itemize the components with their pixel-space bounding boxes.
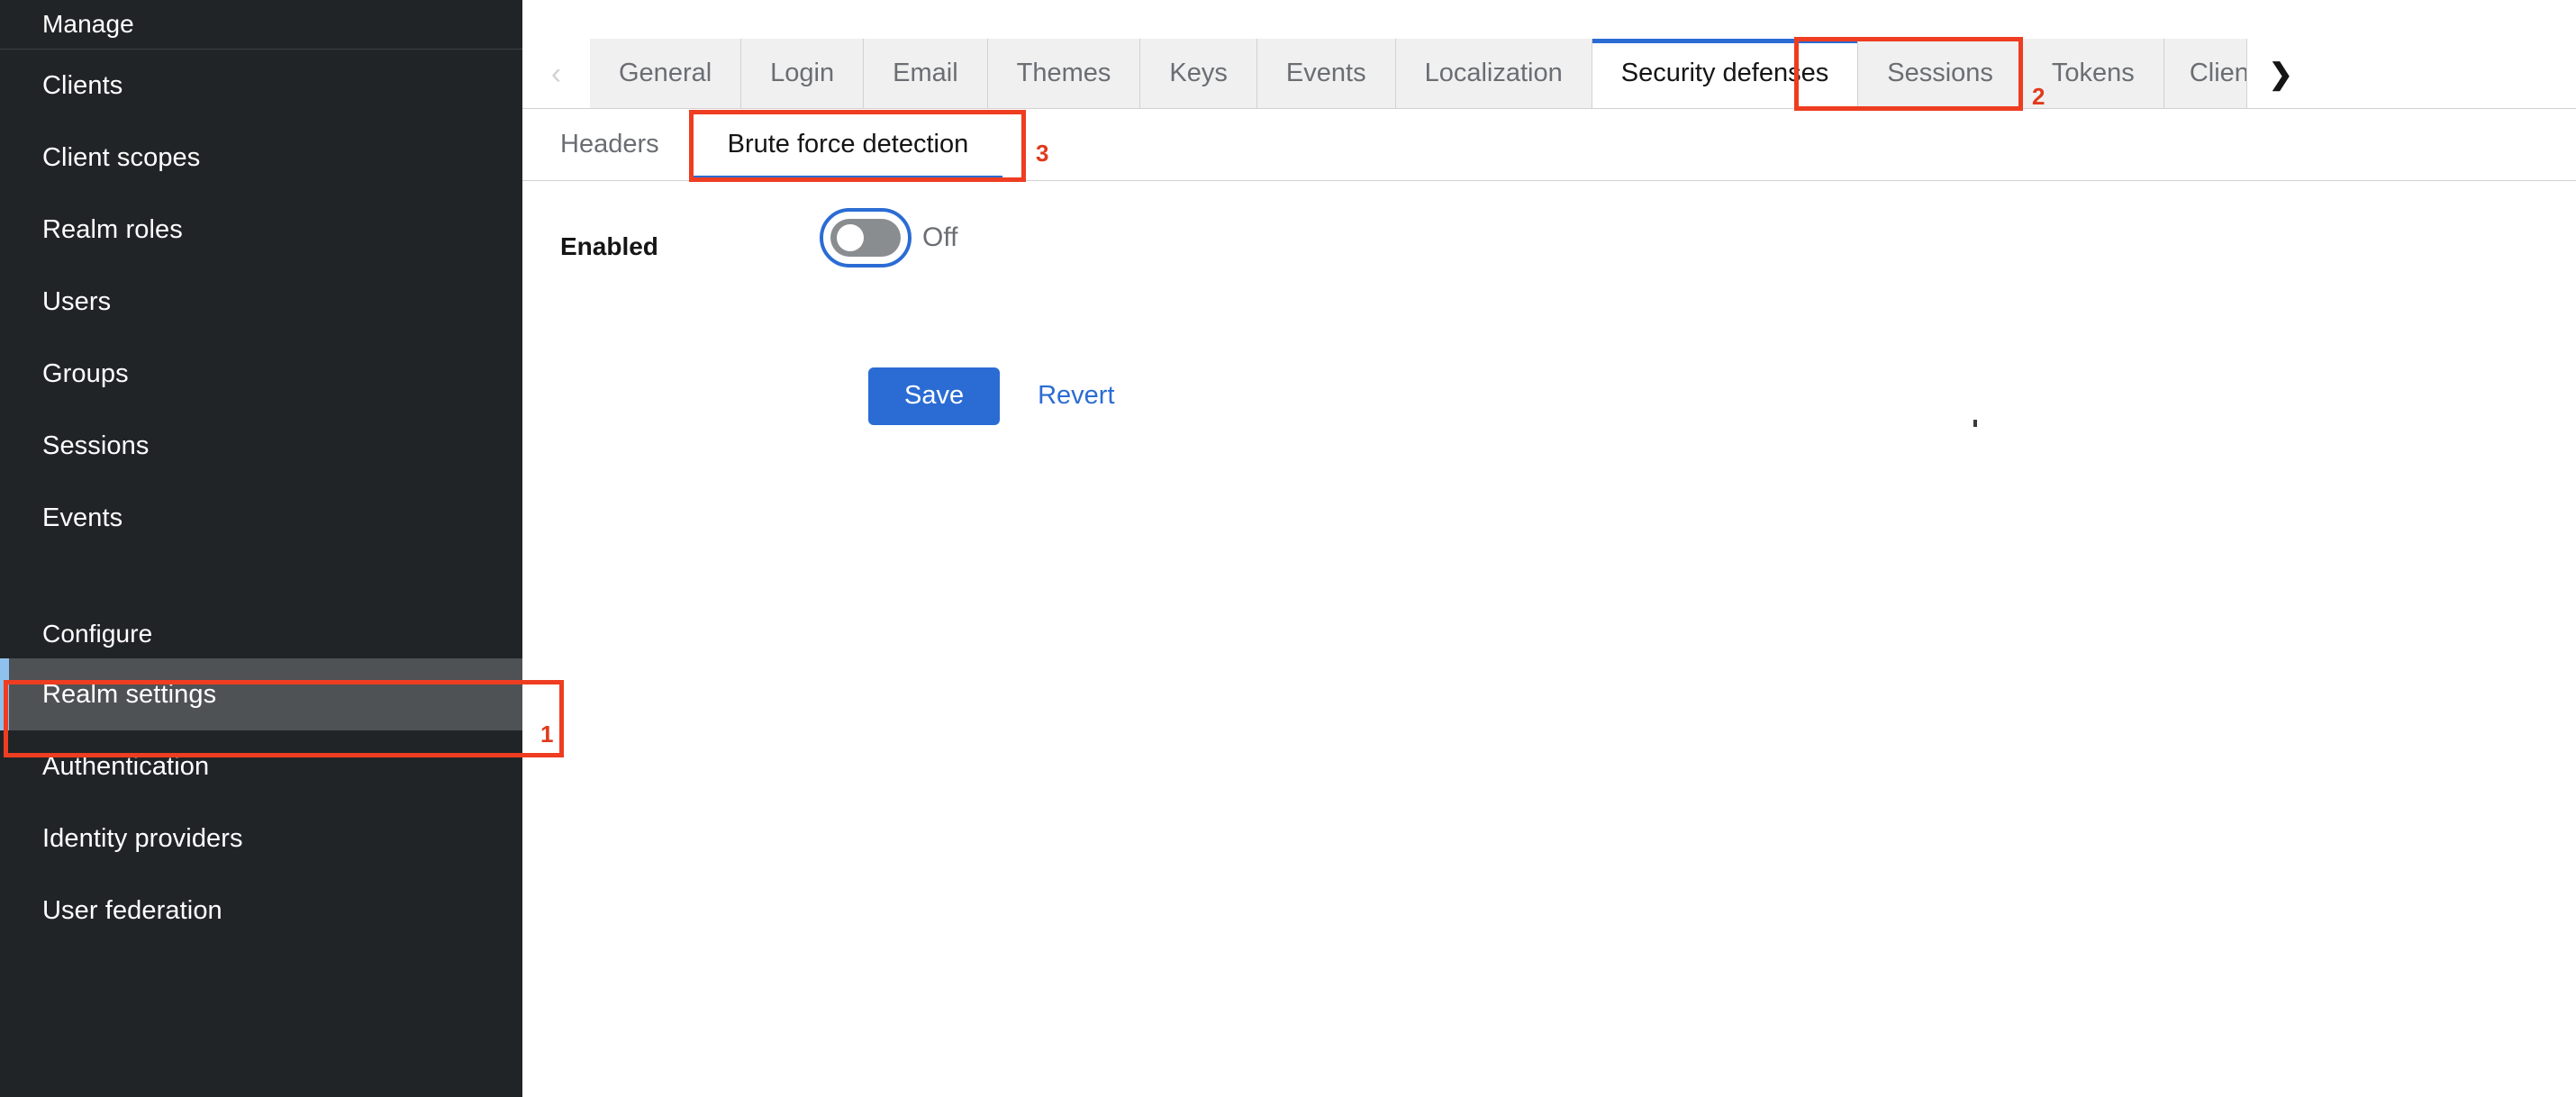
- sidebar-item-clients[interactable]: Clients: [0, 50, 522, 122]
- tab-sessions[interactable]: Sessions: [1858, 39, 2023, 108]
- sidebar-section-title-manage: Manage: [42, 10, 134, 38]
- sidebar-list-manage: Clients Client scopes Realm roles Users …: [0, 50, 522, 554]
- sidebar-item-label: Realm roles: [42, 214, 183, 244]
- tab-label: Themes: [1016, 59, 1111, 87]
- enabled-field-label: Enabled: [560, 232, 658, 260]
- tab-keys[interactable]: Keys: [1140, 39, 1257, 108]
- chevron-right-icon[interactable]: ❯: [2246, 39, 2315, 108]
- sidebar-item-label: Identity providers: [42, 823, 243, 853]
- tab-login[interactable]: Login: [741, 39, 865, 108]
- sidebar-navigation: Manage Clients Client scopes Realm roles…: [0, 0, 522, 1097]
- tab-label: Login: [770, 59, 835, 87]
- subtab-brute-force-detection[interactable]: Brute force detection: [693, 109, 1003, 180]
- tab-label: Events: [1285, 59, 1366, 87]
- sidebar-item-realm-settings[interactable]: Realm settings: [0, 658, 522, 730]
- tab-label: Sessions: [1887, 59, 1993, 87]
- sidebar-item-sessions[interactable]: Sessions: [0, 410, 522, 482]
- security-defenses-subtabbar: Headers Brute force detection: [522, 109, 2576, 181]
- save-button[interactable]: Save: [868, 367, 1001, 425]
- tab-email[interactable]: Email: [864, 39, 988, 108]
- enabled-toggle-switch[interactable]: [820, 208, 912, 267]
- sidebar-item-client-scopes[interactable]: Client scopes: [0, 122, 522, 194]
- enabled-switch-group: Off: [820, 208, 958, 267]
- tab-label: Keys: [1169, 59, 1228, 87]
- form-actions: Save Revert: [522, 367, 2576, 425]
- sidebar-item-label: Sessions: [42, 431, 150, 460]
- sidebar-item-authentication[interactable]: Authentication: [0, 730, 522, 802]
- keycloak-admin-console: Manage Clients Client scopes Realm roles…: [0, 0, 2576, 1097]
- tab-client-policies[interactable]: Clien: [2163, 39, 2247, 108]
- tab-security-defenses[interactable]: Security defenses: [1592, 39, 1859, 108]
- sidebar-item-label: Realm settings: [42, 679, 217, 709]
- sidebar-item-label: Clients: [42, 70, 123, 100]
- tab-label: Localization: [1424, 59, 1563, 87]
- enabled-state-label: Off: [922, 222, 958, 252]
- tab-label: Tokens: [2051, 59, 2135, 87]
- sidebar-item-users[interactable]: Users: [0, 266, 522, 338]
- sidebar-item-identity-providers[interactable]: Identity providers: [0, 802, 522, 875]
- sidebar-item-label: Groups: [42, 358, 129, 388]
- brute-force-detection-form: Enabled Off Save Revert: [522, 181, 2576, 427]
- tab-label: Email: [893, 59, 958, 87]
- sidebar-list-configure: Realm settings Authentication Identity p…: [0, 658, 522, 947]
- sidebar-item-label: Events: [42, 503, 123, 532]
- sidebar-section-title-configure: Configure: [42, 620, 153, 648]
- toggle-knob: [837, 224, 864, 251]
- tab-localization[interactable]: Localization: [1395, 39, 1592, 108]
- realm-settings-tabbar: ‹ General Login Email Themes Keys Events…: [522, 39, 2576, 109]
- subtab-label: Headers: [560, 130, 659, 159]
- sidebar-item-realm-roles[interactable]: Realm roles: [0, 194, 522, 266]
- subtab-headers[interactable]: Headers: [522, 109, 694, 180]
- sidebar-item-label: Users: [42, 286, 112, 316]
- tab-events[interactable]: Events: [1256, 39, 1396, 108]
- tab-themes[interactable]: Themes: [987, 39, 1141, 108]
- main-content: ‹ General Login Email Themes Keys Events…: [522, 0, 2576, 1097]
- revert-button[interactable]: Revert: [1032, 367, 1120, 425]
- chevron-left-icon[interactable]: ‹: [522, 39, 590, 108]
- tab-general[interactable]: General: [590, 39, 742, 108]
- form-actions-inner: Save Revert: [830, 367, 1120, 425]
- sidebar-item-groups[interactable]: Groups: [0, 338, 522, 410]
- sidebar-item-label: User federation: [42, 895, 222, 925]
- tab-label: Security defenses: [1620, 59, 1829, 87]
- subtab-label: Brute force detection: [727, 130, 969, 159]
- sidebar-item-label: Authentication: [42, 751, 210, 781]
- tab-label: Clien: [2189, 59, 2247, 87]
- sidebar-item-label: Client scopes: [42, 142, 201, 172]
- sidebar-item-user-federation[interactable]: User federation: [0, 875, 522, 947]
- sidebar-item-events[interactable]: Events: [0, 482, 522, 554]
- tab-label: General: [619, 59, 712, 87]
- enabled-form-row: Enabled Off: [522, 208, 2576, 302]
- tab-tokens[interactable]: Tokens: [2022, 39, 2164, 108]
- render-artifact-dot: [1973, 420, 1977, 427]
